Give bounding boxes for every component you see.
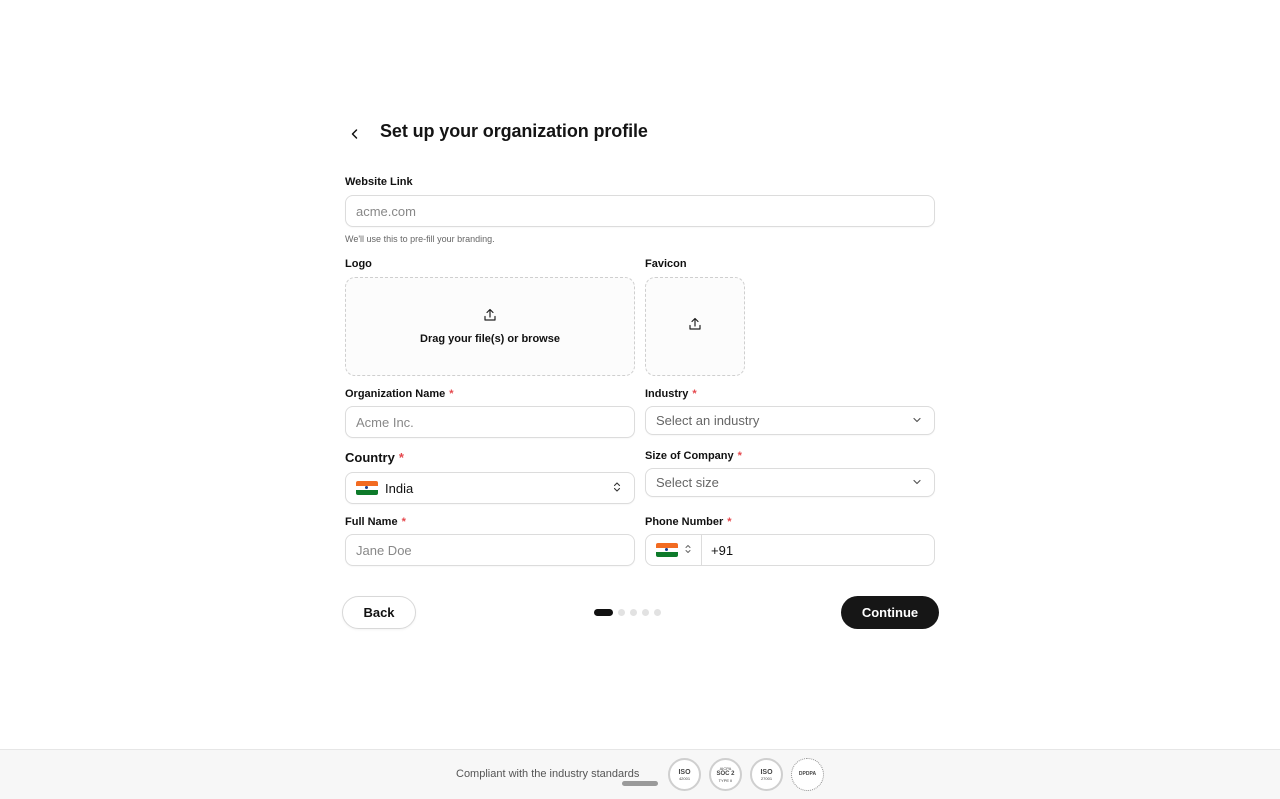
industry-placeholder: Select an industry	[656, 413, 760, 428]
full-name-placeholder: Jane Doe	[356, 542, 412, 558]
favicon-label: Favicon	[645, 258, 687, 270]
website-placeholder: acme.com	[356, 203, 416, 219]
footer	[0, 749, 1280, 799]
page-title: Set up your organization profile	[380, 121, 648, 141]
step-indicator	[594, 608, 661, 616]
company-size-select[interactable]: Select size	[645, 468, 935, 497]
country-select[interactable]: India	[345, 472, 635, 504]
required-asterisk: *	[401, 516, 406, 528]
chevron-up-down-icon	[612, 481, 622, 496]
industry-select[interactable]: Select an industry	[645, 406, 935, 435]
org-name-input[interactable]: Acme Inc.	[345, 406, 635, 438]
logo-dropzone-text: Drag your file(s) or browse	[420, 333, 560, 345]
country-value: India	[385, 480, 414, 496]
required-asterisk: *	[398, 450, 404, 465]
required-asterisk: *	[692, 388, 697, 400]
phone-value: +91	[711, 542, 734, 558]
back-chevron-icon[interactable]	[345, 124, 365, 144]
upload-icon	[483, 308, 497, 327]
step-dot	[654, 608, 661, 616]
step-dot	[618, 608, 625, 616]
chevron-down-icon	[912, 413, 922, 428]
website-input[interactable]: acme.com	[345, 195, 935, 227]
phone-country-select[interactable]	[646, 535, 702, 565]
continue-button[interactable]: Continue	[841, 596, 939, 629]
website-label: Website Link	[345, 176, 413, 188]
phone-input[interactable]: +91	[702, 535, 934, 565]
upload-icon	[688, 317, 702, 336]
iso-42001-badge-icon: ISO 42001	[668, 758, 701, 791]
required-asterisk: *	[737, 450, 742, 462]
iso-27001-badge-icon: ISO 27001	[750, 758, 783, 791]
company-size-placeholder: Select size	[656, 475, 719, 490]
logo-dropzone[interactable]: Drag your file(s) or browse	[345, 277, 635, 376]
website-hint: We'll use this to pre-fill your branding…	[345, 234, 495, 244]
step-dot	[594, 608, 613, 616]
full-name-input[interactable]: Jane Doe	[345, 534, 635, 566]
country-label: Country *	[345, 450, 404, 465]
required-asterisk: *	[727, 516, 732, 528]
chevron-up-down-icon	[684, 541, 692, 559]
phone-field: +91	[645, 534, 935, 566]
back-button[interactable]: Back	[342, 596, 416, 629]
company-size-label: Size of Company *	[645, 450, 742, 462]
org-name-placeholder: Acme Inc.	[356, 414, 414, 430]
dpdpa-badge-icon: DPDPA	[791, 758, 824, 791]
home-indicator	[622, 781, 658, 786]
required-asterisk: *	[449, 388, 454, 400]
page-header: Set up your organization profile	[345, 120, 648, 148]
step-dot	[642, 608, 649, 616]
india-flag-icon	[356, 481, 378, 495]
compliance-text: Compliant with the industry standards	[456, 768, 640, 780]
full-name-label: Full Name *	[345, 516, 406, 528]
org-name-label: Organization Name *	[345, 388, 454, 400]
favicon-dropzone[interactable]	[645, 277, 745, 376]
step-dot	[630, 608, 637, 616]
india-flag-icon	[655, 543, 678, 557]
phone-label: Phone Number *	[645, 516, 732, 528]
industry-label: Industry *	[645, 388, 697, 400]
logo-label: Logo	[345, 258, 372, 270]
soc2-badge-icon: AICPA SOC 2 TYPE II	[709, 758, 742, 791]
chevron-down-icon	[912, 475, 922, 490]
